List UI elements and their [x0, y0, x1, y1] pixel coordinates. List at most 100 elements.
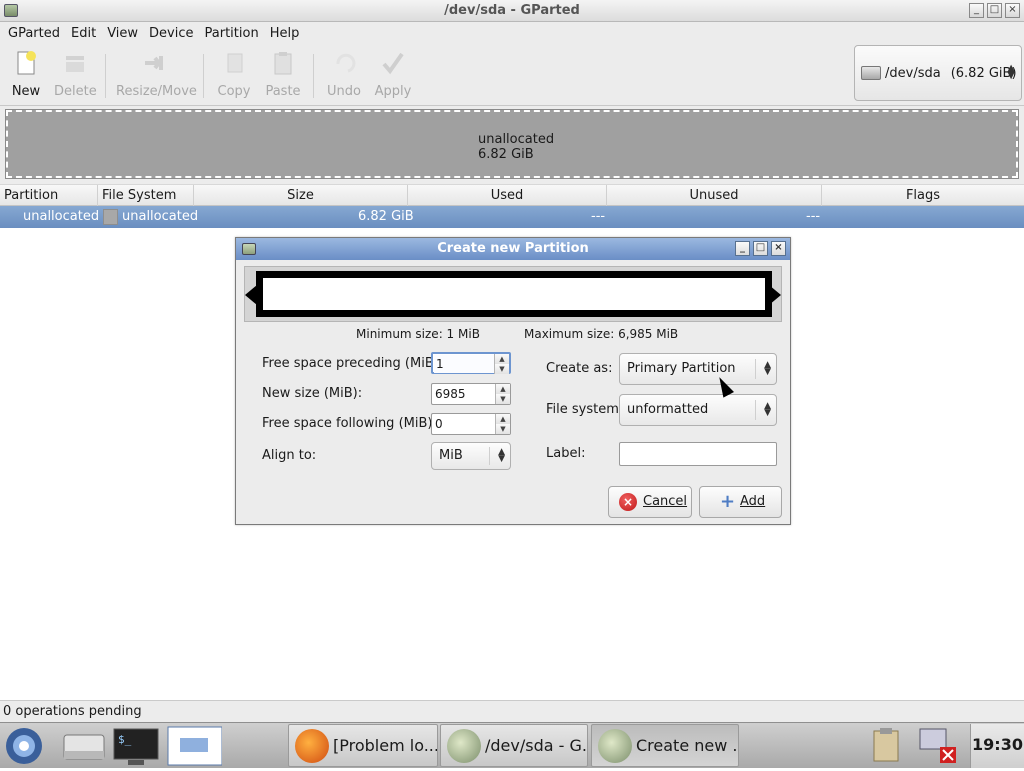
align-to-label: Align to: — [262, 448, 317, 463]
toolbar-separator — [313, 54, 314, 98]
window-controls: _ □ × — [969, 3, 1020, 18]
start-menu-icon — [6, 728, 42, 764]
column-filesystem[interactable]: File System — [98, 185, 194, 206]
new-size-input[interactable] — [433, 385, 495, 403]
undo-icon — [336, 53, 356, 73]
harddisk-icon — [861, 66, 881, 80]
updown-arrows-icon: ▲ ▼ — [1007, 63, 1015, 81]
window-titlebar: /dev/sda - GParted _ □ × — [0, 0, 1024, 22]
updown-arrows-icon: ▲ ▼ — [764, 401, 771, 418]
align-to-combo[interactable]: MiB ▲ ▼ — [431, 442, 511, 470]
terminal-launcher[interactable]: $_ — [110, 725, 166, 767]
partition-size-bar[interactable] — [256, 271, 772, 317]
copy-label: Copy — [217, 84, 251, 99]
partition-list-header: Partition File System Size Used Unused F… — [0, 184, 1024, 206]
create-partition-dialog: Create new Partition _ □ × Minimum size:… — [235, 237, 791, 525]
menu-partition[interactable]: Partition — [201, 26, 266, 41]
combo-separator — [755, 400, 756, 420]
new-size-spinner[interactable]: ▲ ▼ — [431, 383, 511, 405]
network-tray-icon[interactable] — [912, 725, 964, 767]
apply-button[interactable]: Apply — [374, 50, 412, 99]
statusbar: 0 operations pending — [0, 700, 1024, 722]
task-label-browser: [Problem lo... — [333, 736, 438, 755]
partition-resizer[interactable] — [244, 266, 782, 322]
free-space-following-input[interactable] — [433, 415, 495, 433]
close-button[interactable]: × — [1005, 3, 1020, 18]
undo-label: Undo — [327, 84, 361, 99]
undo-button[interactable]: Undo — [324, 50, 364, 99]
column-used[interactable]: Used — [408, 185, 607, 206]
device-selector[interactable]: /dev/sda (6.82 GiB) ▲ ▼ — [854, 45, 1022, 101]
paste-icon — [274, 52, 292, 75]
apply-checkmark-icon — [382, 52, 404, 75]
menu-help[interactable]: Help — [266, 26, 307, 41]
clock[interactable]: 19:30 — [970, 724, 1024, 768]
taskbar: $_ [Problem lo... /dev/sda - G... Create… — [0, 722, 1024, 768]
clipboard-tray-icon[interactable] — [866, 725, 906, 767]
menu-device[interactable]: Device — [145, 26, 200, 41]
spin-up-icon[interactable]: ▲ — [495, 414, 510, 424]
minimum-size-label: Minimum size: 1 MiB — [356, 327, 480, 341]
dialog-maximize-button[interactable]: □ — [753, 241, 768, 256]
paste-button[interactable]: Paste — [264, 50, 302, 99]
paste-label: Paste — [265, 84, 301, 99]
dialog-minimize-button[interactable]: _ — [735, 241, 750, 256]
file-system-value: unformatted — [627, 402, 709, 417]
menu-view[interactable]: View — [103, 26, 145, 41]
taskbar-task-create-dialog[interactable]: Create new ... — [591, 724, 739, 767]
new-button[interactable]: New — [10, 50, 42, 99]
file-manager-launcher[interactable] — [56, 725, 112, 767]
spin-down-icon[interactable]: ▼ — [494, 364, 509, 374]
add-button-label: Add — [740, 494, 766, 509]
spin-down-icon[interactable]: ▼ — [495, 424, 510, 434]
dialog-titlebar: Create new Partition _ □ × — [236, 238, 790, 260]
task-label-create-dialog: Create new ... — [636, 736, 739, 755]
free-space-preceding-input[interactable] — [434, 355, 496, 373]
spin-down-icon[interactable]: ▼ — [495, 394, 510, 404]
partition-graph-area: unallocated 6.82 GiB — [0, 106, 1024, 184]
delete-button[interactable]: Delete — [54, 50, 97, 99]
menu-gparted[interactable]: GParted — [4, 26, 67, 41]
resize-move-button[interactable]: Resize/Move — [116, 50, 197, 99]
free-space-preceding-spinner[interactable]: ▲ ▼ — [431, 352, 511, 374]
task-label-gparted: /dev/sda - G... — [485, 736, 588, 755]
apply-label: Apply — [374, 84, 412, 99]
combo-separator — [755, 359, 756, 379]
column-size[interactable]: Size — [194, 185, 408, 206]
spin-up-icon[interactable]: ▲ — [495, 384, 510, 394]
file-system-combo[interactable]: unformatted ▲ ▼ — [619, 394, 777, 426]
dialog-close-button[interactable]: × — [771, 241, 786, 256]
create-as-combo[interactable]: Primary Partition ▲ ▼ — [619, 353, 777, 385]
firefox-icon — [295, 729, 329, 763]
free-space-following-spinner[interactable]: ▲ ▼ — [431, 413, 511, 435]
row-filesystem: unallocated — [122, 209, 199, 224]
copy-button[interactable]: Copy — [214, 50, 254, 99]
delete-label: Delete — [54, 84, 97, 99]
unallocated-block[interactable]: unallocated 6.82 GiB — [5, 109, 1019, 179]
combo-separator — [489, 447, 490, 465]
spin-up-icon[interactable]: ▲ — [494, 354, 509, 364]
table-row[interactable]: unallocated unallocated 6.82 GiB --- --- — [0, 206, 1024, 228]
row-unused: --- — [806, 209, 821, 224]
show-desktop-launcher[interactable] — [166, 725, 223, 767]
maximize-button[interactable]: □ — [987, 3, 1002, 18]
clipboard-icon — [873, 728, 899, 762]
filesystem-color-swatch — [103, 209, 118, 225]
minimize-button[interactable]: _ — [969, 3, 984, 18]
start-menu-button[interactable] — [0, 725, 56, 767]
cancel-button[interactable]: × Cancel — [608, 486, 692, 518]
menu-edit[interactable]: Edit — [67, 26, 103, 41]
column-flags[interactable]: Flags — [822, 185, 1024, 206]
unallocated-block-label: unallocated — [478, 132, 555, 147]
column-partition[interactable]: Partition — [0, 185, 98, 206]
column-unused[interactable]: Unused — [607, 185, 822, 206]
file-system-label: File system: — [546, 402, 624, 417]
terminal-icon: $_ — [113, 728, 159, 765]
updown-arrows-icon: ▲ ▼ — [764, 360, 771, 377]
taskbar-task-browser[interactable]: [Problem lo... — [288, 724, 438, 767]
resize-right-handle[interactable] — [769, 285, 781, 305]
partition-label-input[interactable] — [619, 442, 777, 466]
taskbar-task-gparted[interactable]: /dev/sda - G... — [440, 724, 588, 767]
partition-label-label: Label: — [546, 446, 586, 461]
add-button[interactable]: + Add — [699, 486, 782, 518]
